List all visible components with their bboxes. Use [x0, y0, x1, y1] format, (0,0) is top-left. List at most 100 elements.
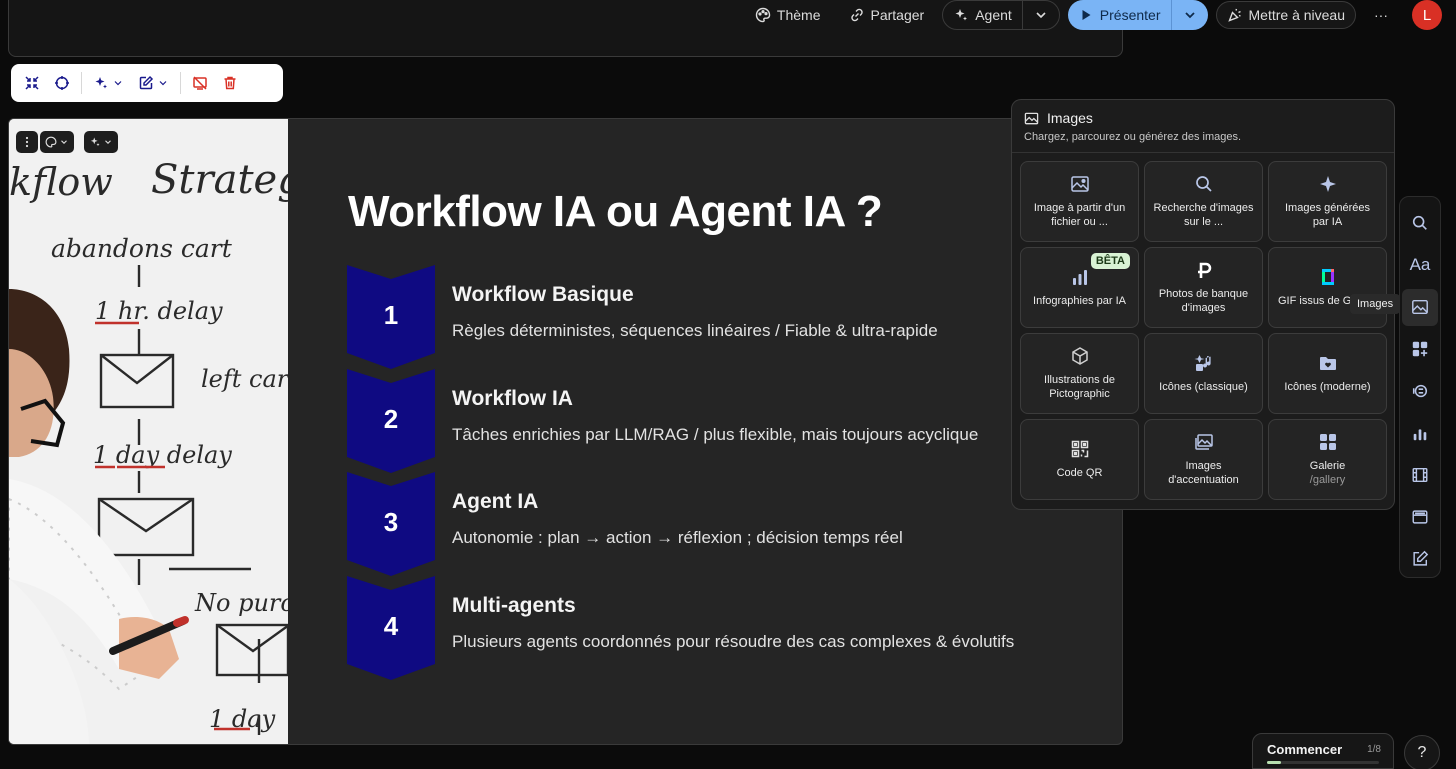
card-floating-toolbar: [11, 64, 283, 102]
rail-search-button[interactable]: [1402, 205, 1438, 242]
rail-text-button[interactable]: Aa: [1402, 247, 1438, 284]
collapse-button[interactable]: [21, 71, 43, 95]
ai-infographics-tile[interactable]: BÊTA Infographies par IA: [1020, 247, 1139, 328]
add-blocks-icon: [1412, 341, 1428, 357]
web-image-search-tile[interactable]: Recherche d'images sur le ...: [1144, 161, 1263, 242]
rail-chart-button[interactable]: [1402, 414, 1438, 451]
help-button[interactable]: ?: [1404, 735, 1440, 769]
tile-label: Illustrations de Pictographic: [1044, 374, 1115, 400]
pexels-icon: [1197, 262, 1211, 278]
rail-edit-button[interactable]: [1402, 540, 1438, 577]
upgrade-button[interactable]: Mettre à niveau: [1215, 1, 1356, 29]
tile-label: Galerie: [1309, 460, 1346, 472]
party-popper-icon: [1227, 8, 1241, 22]
step-description: Plusieurs agents coordonnés pour résoudr…: [452, 632, 1015, 651]
card-menu-button[interactable]: [16, 131, 38, 153]
agent-button[interactable]: Agent: [943, 1, 1022, 29]
beta-badge: BÊTA: [1090, 253, 1130, 269]
slide-card[interactable]: kflow Strateg abandons cart 1 hr. delay …: [8, 118, 1123, 745]
gallery-icon: [1319, 434, 1336, 450]
step-item[interactable]: 2 Workflow IA Tâches enrichies par LLM/R…: [347, 369, 1047, 473]
qr-code-tile[interactable]: Code QR: [1020, 419, 1139, 500]
rail-layout-button[interactable]: [1402, 498, 1438, 535]
pictographic-tile[interactable]: Illustrations de Pictographic: [1020, 333, 1139, 414]
step-number: 3: [383, 506, 399, 537]
agent-dropdown-button[interactable]: [1023, 1, 1059, 29]
giphy-tile[interactable]: GIF issus de GIPHY: [1268, 247, 1387, 328]
more-options-button[interactable]: ···: [1364, 1, 1398, 29]
modern-icons-tile[interactable]: Icônes (moderne): [1268, 333, 1387, 414]
step-item[interactable]: 3 Agent IA Autonomie : plan → action → r…: [347, 472, 1047, 576]
rail-embed-button[interactable]: [1402, 373, 1438, 410]
card-style-button[interactable]: [40, 131, 74, 153]
whiteboard-text-nopurch: No purch: [194, 589, 288, 617]
top-bar: Thème Partager Agent Présenter Mettre à …: [0, 0, 1456, 30]
layout-icon: [1412, 510, 1428, 524]
whiteboard-text-leftcart: left cart: [201, 365, 288, 393]
share-button[interactable]: Partager: [839, 1, 935, 29]
ai-edit-button[interactable]: [90, 71, 127, 95]
link-icon: [850, 8, 863, 22]
present-dropdown-button[interactable]: [1172, 1, 1208, 29]
progress-count: 1/8: [1367, 744, 1381, 755]
theme-label: Thème: [776, 7, 821, 23]
tile-label: Images générées par IA: [1285, 202, 1370, 228]
palette-icon: [755, 7, 771, 23]
stock-photos-tile[interactable]: Photos de banque d'images: [1144, 247, 1263, 328]
tile-label: Code QR: [1056, 467, 1103, 479]
delete-button[interactable]: [219, 71, 241, 95]
get-started-button[interactable]: Commencer 1/8: [1252, 733, 1394, 769]
whiteboard-illustration: kflow Strateg abandons cart 1 hr. delay …: [9, 119, 288, 744]
present-button[interactable]: Présenter: [1068, 1, 1171, 29]
sparkle-icon: [95, 77, 107, 89]
step-title: Workflow IA: [452, 387, 573, 410]
whiteboard-photo: kflow Strateg abandons cart 1 hr. delay …: [9, 119, 288, 744]
step-item[interactable]: 4 Multi-agents Plusieurs agents coordonn…: [347, 576, 1047, 680]
edit-icon: [1413, 550, 1429, 566]
share-label: Partager: [870, 7, 925, 23]
step-number: 1: [383, 299, 399, 330]
hide-card-button[interactable]: [189, 71, 211, 95]
collapse-arrows-icon: [25, 76, 39, 90]
step-number: 4: [383, 610, 399, 641]
theme-button[interactable]: Thème: [745, 1, 831, 29]
chevron-down-icon: [159, 81, 167, 86]
get-started-label: Commencer: [1267, 742, 1343, 757]
cube-icon: [1071, 347, 1088, 365]
step-description: Tâches enrichies par LLM/RAG / plus flex…: [452, 425, 979, 444]
user-avatar[interactable]: L: [1412, 0, 1442, 30]
hide-slide-icon: [193, 76, 207, 90]
tile-label: Infographies par IA: [1033, 295, 1126, 307]
progress-bar: [1267, 761, 1379, 764]
classic-icons-tile[interactable]: Icônes (classique): [1144, 333, 1263, 414]
giphy-icon: [1321, 269, 1334, 285]
more-vertical-icon: [25, 136, 29, 148]
text-icon: Aa: [1409, 255, 1431, 275]
upload-image-tile[interactable]: Image à partir d'un fichier ou ...: [1020, 161, 1139, 242]
rail-video-button[interactable]: [1402, 456, 1438, 493]
film-icon: [1412, 467, 1428, 482]
upgrade-label: Mettre à niveau: [1248, 7, 1346, 23]
gallery-tile[interactable]: Galerie /gallery: [1268, 419, 1387, 500]
rail-images-button[interactable]: [1402, 288, 1438, 326]
focus-button[interactable]: [51, 71, 73, 95]
accent-images-tile[interactable]: Images d'accentuation: [1144, 419, 1263, 500]
accent-image-icon: [1194, 434, 1213, 450]
sparkle-icon: [1319, 176, 1336, 192]
slide-title[interactable]: Workflow IA ou Agent IA ?: [348, 187, 883, 237]
ai-generated-images-tile[interactable]: Images générées par IA: [1268, 161, 1387, 242]
step-item[interactable]: 1 Workflow Basique Règles déterministes,…: [347, 265, 1047, 369]
image-icon: [1412, 300, 1428, 315]
step-description: Autonomie : plan → action → réflexion ; …: [452, 528, 903, 547]
images-panel: Images Chargez, parcourez ou générez des…: [1011, 99, 1395, 510]
insert-rail: Aa: [1399, 196, 1441, 578]
progress-fill: [1267, 761, 1281, 764]
rail-blocks-button[interactable]: [1402, 331, 1438, 368]
whiteboard-text-1day: 1 day delay: [93, 441, 232, 469]
image-source-grid: Image à partir d'un fichier ou ... Reche…: [1020, 161, 1387, 500]
images-tooltip: Images: [1350, 294, 1401, 314]
card-ai-button[interactable]: [84, 131, 118, 153]
whiteboard-text-strateg: Strateg: [151, 157, 288, 203]
edit-button[interactable]: [135, 71, 172, 95]
tile-label: Recherche d'images sur le ...: [1153, 202, 1254, 228]
